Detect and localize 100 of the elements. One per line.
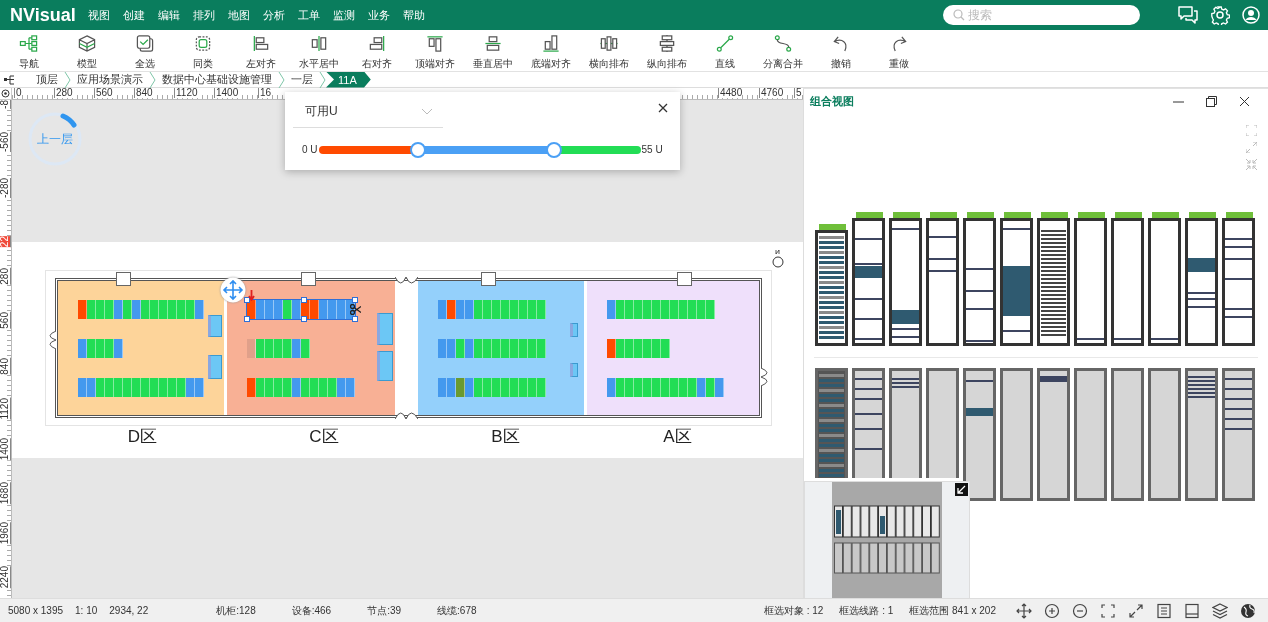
rack-drawing[interactable] [852, 368, 885, 478]
rack-drawing[interactable] [889, 212, 922, 346]
resize-handle[interactable] [352, 297, 358, 303]
panel-icon[interactable] [1184, 602, 1200, 619]
zone-label: A区 [662, 428, 693, 446]
status-text: 框选线路 : 1 [839, 603, 894, 618]
menu-item[interactable]: 地图 [228, 7, 250, 23]
zone-label: C区 [308, 428, 340, 446]
door [301, 272, 316, 286]
tree-icon[interactable] [4, 74, 14, 85]
menu-item[interactable]: 视图 [88, 7, 110, 23]
zone-label: D区 [126, 428, 159, 446]
zoom-out-icon[interactable] [1072, 602, 1088, 619]
toolbar-button[interactable]: 右对齐 [348, 30, 406, 71]
rack-drawing[interactable] [926, 212, 959, 346]
menu-item[interactable]: 排列 [193, 7, 215, 23]
chat-icon[interactable] [1178, 6, 1198, 24]
status-text: 2934, 22 [109, 605, 149, 616]
menu-item[interactable]: 编辑 [158, 7, 180, 23]
rack-drawing[interactable] [815, 224, 848, 346]
move-icon[interactable] [1016, 602, 1032, 619]
compass-icon [772, 250, 784, 268]
status-text: 框选范围 841 x 202 [909, 603, 996, 618]
menu-item[interactable]: 监测 [333, 7, 355, 23]
settings-icon[interactable] [1210, 5, 1230, 25]
door [481, 272, 496, 286]
toolbar-button[interactable]: 导航 [0, 30, 58, 71]
toolbar-button[interactable]: 全选 [116, 30, 174, 71]
search-field[interactable]: 搜索 [943, 5, 1140, 25]
ruler-label: 1120 [174, 88, 198, 98]
rack-drawing[interactable] [1037, 212, 1070, 346]
ruler-label: 0 [14, 88, 22, 98]
toolbar-button[interactable]: 重做 [870, 30, 928, 71]
user-icon[interactable] [1242, 6, 1260, 24]
rack-drawing[interactable] [963, 212, 996, 346]
rack-drawing[interactable] [1111, 212, 1144, 346]
app-logo: NVisual [10, 4, 77, 26]
toolbar-button[interactable]: 撤销 [812, 30, 870, 71]
list-icon[interactable] [1156, 602, 1172, 619]
rack-drawing[interactable] [1148, 212, 1181, 346]
rack-drawing[interactable] [1185, 368, 1218, 501]
menu-item[interactable]: 创建 [123, 7, 145, 23]
rack-drawing[interactable] [1037, 368, 1070, 501]
breadcrumb-item[interactable]: 应用场景演示 [71, 71, 149, 88]
toolbar-button[interactable]: 横向排布 [580, 30, 638, 71]
menu-item[interactable]: 帮助 [403, 7, 425, 23]
resize-handle[interactable] [301, 297, 307, 303]
toolbar-button[interactable]: 左对齐 [232, 30, 290, 71]
rack-drawing[interactable] [889, 368, 922, 478]
toolbar-button[interactable]: 直线 [696, 30, 754, 71]
expand-icon[interactable] [1128, 602, 1144, 619]
status-text: 节点:39 [367, 603, 402, 618]
slider-thumb[interactable] [545, 141, 562, 158]
breadcrumb-item[interactable]: 数据中心基础设施管理 [156, 71, 278, 88]
layers-icon[interactable] [1212, 602, 1228, 619]
align-bottom-icon [541, 34, 561, 53]
resize-handle[interactable] [301, 316, 307, 322]
line-icon [715, 34, 735, 53]
rack-drawing[interactable] [1222, 368, 1255, 501]
breadcrumb-item[interactable]: 顶层 [30, 71, 64, 88]
collapse-arrow-icon[interactable] [955, 483, 968, 496]
rack-drawing[interactable] [852, 212, 885, 346]
minimap[interactable] [804, 481, 970, 599]
align-center-icon [309, 34, 329, 53]
ruler-label: 280 [54, 88, 73, 98]
dropdown[interactable]: 可用U [293, 100, 443, 128]
fit-screen-icon[interactable] [1100, 602, 1116, 619]
menu-item[interactable]: 业务 [368, 7, 390, 23]
progress-ring-icon [27, 111, 83, 167]
toolbar-button[interactable]: 分离合并 [754, 30, 812, 71]
toolbar-button[interactable]: 垂直居中 [464, 30, 522, 71]
toolbar-button[interactable]: 底端对齐 [522, 30, 580, 71]
resize-handle[interactable] [352, 316, 358, 322]
zoom-in-icon[interactable] [1044, 602, 1060, 619]
fullscreen-icon[interactable] [1246, 125, 1257, 136]
slider-thumb[interactable] [410, 141, 427, 158]
ruler-label: 560 [94, 88, 113, 98]
toolbar-button[interactable]: 纵向排布 [638, 30, 696, 71]
resize-handle[interactable] [244, 316, 250, 322]
toolbar-button[interactable]: 顶端对齐 [406, 30, 464, 71]
rack-drawing[interactable] [1000, 212, 1033, 346]
breadcrumb-item[interactable]: 一层 [285, 71, 319, 88]
move-handle-icon[interactable] [220, 277, 246, 303]
rack-drawing[interactable] [963, 368, 996, 501]
rack-drawing[interactable] [1074, 212, 1107, 346]
toolbar-button[interactable]: 同类 [174, 30, 232, 71]
rack-drawing[interactable] [1222, 212, 1255, 346]
globe-icon[interactable] [1240, 602, 1256, 619]
menu-item[interactable]: 工单 [298, 7, 320, 23]
rack-drawing[interactable] [1185, 212, 1218, 346]
toolbar-button[interactable]: 模型 [58, 30, 116, 71]
close-icon[interactable] [1239, 96, 1250, 107]
collapse-icon[interactable] [1246, 159, 1257, 170]
close-icon[interactable] [658, 103, 668, 113]
cooling-unit [208, 355, 222, 379]
restore-icon[interactable] [1206, 96, 1217, 107]
resize-handle[interactable] [244, 297, 250, 303]
toolbar-button[interactable]: 水平居中 [290, 30, 348, 71]
menu-item[interactable]: 分析 [263, 7, 285, 23]
cooling-unit [208, 315, 222, 337]
